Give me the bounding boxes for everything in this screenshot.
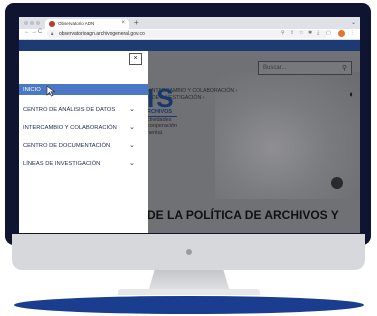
extensions-icon[interactable]: ✱	[308, 30, 312, 36]
lock-icon: 🔒︎	[51, 31, 54, 36]
window-minimize-dot[interactable]	[30, 21, 34, 25]
favicon-icon	[49, 21, 55, 27]
menu-item-label: INICIO	[23, 87, 41, 93]
tab-list-chevron-icon[interactable]: ⌄	[351, 19, 356, 26]
screen: Observatorio ADN × + ⌄ ← → C 🔒︎ observat…	[19, 17, 360, 233]
chevron-down-icon[interactable]: ⌄	[129, 105, 135, 113]
browser-tab[interactable]: Observatorio ADN ×	[45, 19, 129, 29]
address-bar[interactable]: 🔒︎ observatorioagn.archivogeneral.gov.co	[47, 30, 327, 38]
back-icon[interactable]: ←	[24, 29, 30, 35]
brand-text-line: cooperación	[147, 123, 177, 129]
profile-avatar[interactable]	[338, 30, 345, 37]
chevron-down-icon[interactable]: ⌄	[129, 123, 135, 131]
download-icon[interactable]: ⤓	[317, 30, 319, 36]
sidebar-icon[interactable]: ▢	[326, 30, 331, 36]
mouse-pointer-icon	[46, 85, 56, 97]
search-icon[interactable]: ⚲	[342, 64, 347, 72]
page-headline: DE LA POLÍTICA DE ARCHIVOS Y	[147, 208, 339, 222]
menu-item-centro-documentacion[interactable]: CENTRO DE DOCUMENTACIÓN ⌄	[19, 140, 148, 151]
forward-icon[interactable]: →	[31, 29, 37, 35]
menu-item-inicio[interactable]: INICIO	[19, 84, 148, 95]
window-maximize-dot[interactable]	[36, 21, 40, 25]
brand-description: RCHIVOS ctividades cooperación nental.	[147, 109, 177, 136]
share-icon[interactable]: ⇪	[290, 30, 294, 36]
window-close-dot[interactable]	[24, 21, 28, 25]
menu-item-label: CENTRO DE DOCUMENTACIÓN	[23, 143, 111, 149]
chat-bubble-icon[interactable]	[331, 177, 343, 189]
monitor-base-top	[118, 289, 260, 295]
brand-text-line: nental.	[147, 129, 164, 136]
site-search-input[interactable]: Buscar... ⚲	[258, 61, 352, 75]
menu-item-label: CENTRO DE ANÁLISIS DE DATOS	[23, 107, 116, 113]
contrast-icon[interactable]: ◐	[349, 89, 354, 99]
brand-subtitle: RCHIVOS	[147, 109, 177, 117]
menu-item-label: LÍNEAS DE INVESTIGACIÓN	[23, 161, 101, 167]
site-header-strip	[19, 40, 360, 51]
menu-item-label: INTERCAMBIO Y COLABORACIÓN	[23, 125, 117, 131]
reload-icon[interactable]: C	[38, 29, 42, 35]
search-placeholder: Buscar...	[263, 64, 287, 71]
url-text: observatorioagn.archivogeneral.gov.co	[59, 31, 145, 37]
tab-title: Observatorio ADN	[58, 21, 95, 26]
search-page-icon[interactable]: ⚲	[281, 30, 285, 36]
menu-item-centro-analisis-datos[interactable]: CENTRO DE ANÁLISIS DE DATOS ⌄	[19, 104, 148, 115]
monitor-base	[14, 296, 364, 314]
browser-tab-bar: Observatorio ADN × + ⌄	[19, 17, 360, 29]
chevron-down-icon[interactable]: ⌄	[129, 141, 135, 149]
new-tab-button[interactable]: +	[134, 18, 139, 27]
power-indicator	[186, 249, 192, 255]
browser-menu-icon[interactable]: ⋮	[350, 30, 355, 36]
bookmark-star-icon[interactable]: ☆	[299, 30, 303, 36]
menu-item-intercambio-colaboracion[interactable]: INTERCAMBIO Y COLABORACIÓN ⌄	[19, 122, 148, 133]
tab-close-icon[interactable]: ×	[121, 20, 125, 26]
menu-close-button[interactable]: ×	[129, 53, 142, 65]
menu-item-lineas-investigacion[interactable]: LÍNEAS DE INVESTIGACIÓN ⌄	[19, 158, 148, 169]
chevron-down-icon[interactable]: ⌄	[129, 159, 135, 167]
